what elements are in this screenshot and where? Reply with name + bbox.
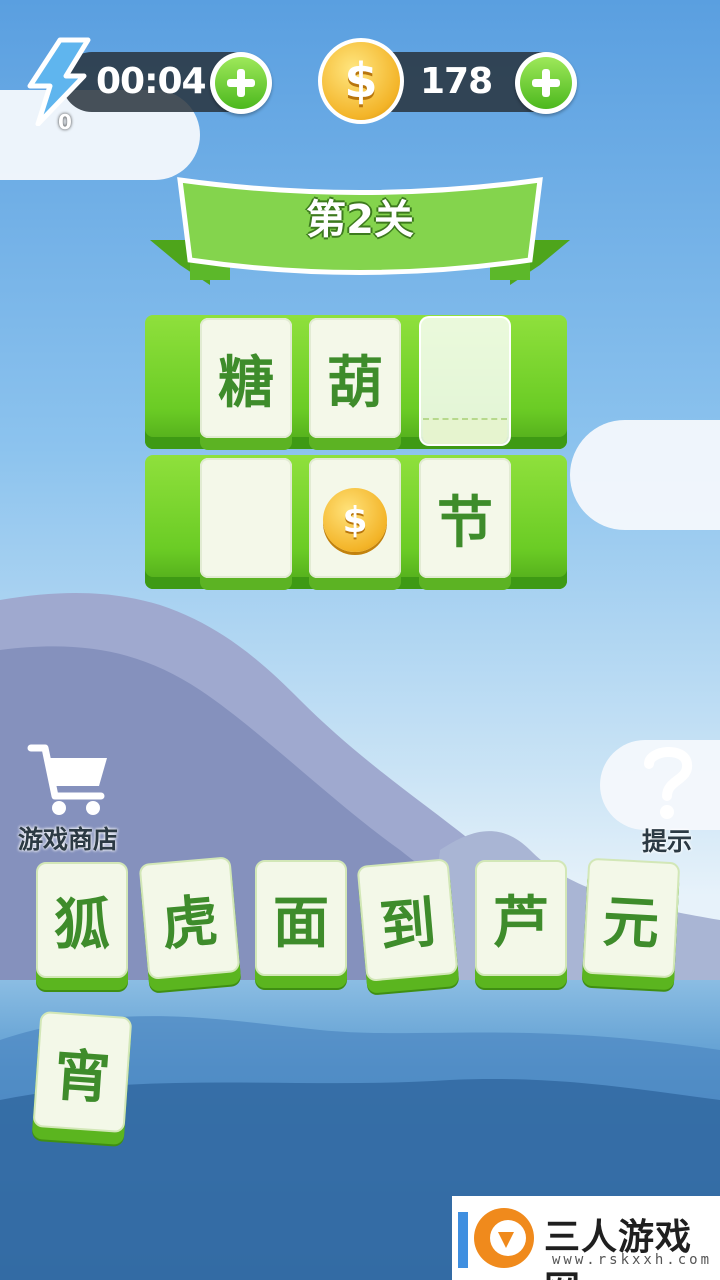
letter-tile[interactable]: 面 [255,860,347,988]
hint-button[interactable]: 提示 [630,740,704,858]
coin-icon: $ [323,488,387,552]
empty-slot[interactable] [419,316,511,446]
letter-tile[interactable]: 到 [356,858,460,994]
energy-count: 0 [58,110,72,134]
timer-value: 00:04 [96,61,207,102]
answer-slot[interactable]: $ [309,458,401,578]
letter-tile-char: 元 [582,857,681,979]
letter-tile-char: 宵 [32,1010,133,1134]
letter-tile-char: 芦 [475,860,567,976]
watermark-text: 三人游戏网 [544,1217,693,1280]
letter-tile[interactable]: 虎 [138,856,242,992]
watermark-url: www.rskxxh.com [552,1252,713,1268]
lightning-energy-icon[interactable] [14,36,94,126]
answer-slot[interactable] [200,458,292,578]
question-mark-icon [644,746,692,819]
plus-icon [520,57,572,109]
letter-tile-char: 狐 [36,862,128,978]
letter-tile[interactable]: 芦 [475,860,567,988]
level-banner: 第2关 [150,160,570,290]
answer-slot[interactable]: 葫 [309,318,401,438]
plus-icon [215,57,267,109]
answer-slot[interactable]: 节 [419,458,511,578]
letter-tile-char: 面 [255,860,347,976]
coin-answer-tile[interactable]: $ [309,458,401,578]
level-title: 第2关 [306,197,414,243]
add-energy-button[interactable] [210,52,272,114]
letter-tile-char: 到 [356,858,459,982]
coin-count: 178 [420,61,493,102]
answer-tile[interactable]: 糖 [200,318,292,438]
shop-button[interactable]: 游戏商店 [6,740,130,856]
answer-slot[interactable]: 糖 [200,318,292,438]
hint-label: 提示 [641,827,692,856]
add-coins-button[interactable] [515,52,577,114]
coin-icon: $ [318,38,404,124]
letter-tile[interactable]: 宵 [32,1010,133,1145]
answer-tile[interactable]: 节 [419,458,511,578]
site-logo [458,1208,534,1268]
letter-tile[interactable]: 元 [582,857,681,991]
answer-tile[interactable]: 葫 [309,318,401,438]
empty-answer-tile[interactable] [200,458,292,578]
site-watermark: 三人游戏网 www.rskxxh.com [452,1196,720,1280]
letter-tile[interactable]: 狐 [36,862,128,990]
shop-label: 游戏商店 [17,825,118,854]
shopping-cart-icon [27,744,107,815]
letter-tile-char: 虎 [138,856,241,980]
answer-slot-selected[interactable] [419,316,511,446]
